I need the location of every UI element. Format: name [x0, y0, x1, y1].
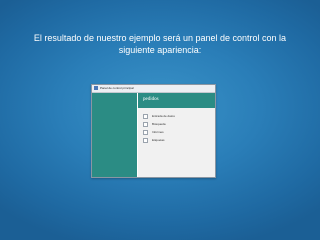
menu-item-informes[interactable]: Informes	[143, 130, 203, 136]
app-icon	[94, 86, 98, 90]
menu-item-busqueda[interactable]: Búsqueda	[143, 122, 203, 128]
menu-item-label: Entrada de datos	[152, 114, 175, 118]
menu-item-label: Búsqueda	[152, 122, 166, 126]
panel-header: pedidos	[138, 93, 215, 108]
menu-button-icon[interactable]	[143, 130, 148, 135]
caption-line-1: El resultado de nuestro ejemplo será un …	[33, 33, 287, 43]
slide-caption: El resultado de nuestro ejemplo será un …	[8, 32, 312, 56]
menu-area: Entrada de datos Búsqueda Informes Etiqu…	[138, 108, 215, 177]
menu-item-label: Etiquetas	[152, 138, 165, 142]
menu-item-label: Informes	[152, 130, 164, 134]
panel-title: pedidos	[143, 97, 159, 102]
menu-button-icon[interactable]	[143, 122, 148, 127]
menu-button-icon[interactable]	[143, 138, 148, 143]
window-titlebar[interactable]: Panel de control principal	[92, 85, 215, 93]
menu-item-etiquetas[interactable]: Etiquetas	[143, 138, 203, 144]
caption-line-2: siguiente apariencia:	[118, 45, 202, 55]
control-panel-window: Panel de control principal pedidos Entra…	[91, 84, 216, 178]
window-title: Panel de control principal	[100, 86, 134, 90]
menu-button-icon[interactable]	[143, 114, 148, 119]
side-panel	[92, 93, 137, 177]
menu-item-entrada-de-datos[interactable]: Entrada de datos	[143, 114, 203, 120]
